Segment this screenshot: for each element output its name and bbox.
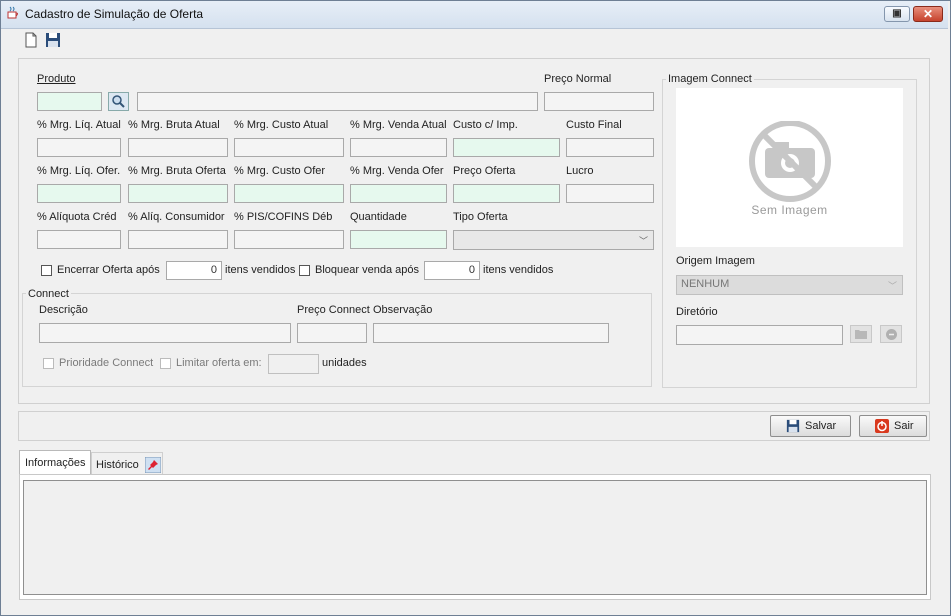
- lucro-label: Lucro: [566, 165, 594, 177]
- limitar-oferta-checkbox[interactable]: [160, 358, 171, 369]
- connect-descricao-label: Descrição: [39, 304, 88, 316]
- mrg-liq-atual-label: % Mrg. Líq. Atual: [37, 119, 121, 131]
- mrg-bruta-oferta-field[interactable]: [128, 184, 228, 203]
- mrg-custo-ofer-field[interactable]: [234, 184, 344, 203]
- informacoes-text-area[interactable]: [23, 480, 927, 595]
- tab-informacoes[interactable]: Informações: [19, 450, 91, 474]
- aliquota-cred-field[interactable]: [37, 230, 121, 249]
- salvar-label: Salvar: [805, 420, 837, 432]
- search-product-button[interactable]: [108, 92, 129, 111]
- produto-code-field[interactable]: [37, 92, 102, 111]
- chevron-down-icon: ﹀: [638, 236, 648, 246]
- salvar-button[interactable]: Salvar: [770, 415, 851, 437]
- diretorio-label: Diretório: [676, 306, 718, 318]
- prioridade-connect-label: Prioridade Connect: [59, 357, 154, 369]
- unidades-label: unidades: [322, 357, 367, 369]
- close-button[interactable]: ✕: [913, 6, 943, 22]
- preco-oferta-label: Preço Oferta: [453, 165, 516, 177]
- connect-descricao-field[interactable]: [39, 323, 291, 343]
- prioridade-connect-checkbox[interactable]: [43, 358, 54, 369]
- preco-connect-field[interactable]: [297, 323, 367, 343]
- mrg-venda-atual-field[interactable]: [350, 138, 447, 157]
- limitar-oferta-field[interactable]: [268, 354, 319, 374]
- aliq-consumidor-field[interactable]: [128, 230, 228, 249]
- mrg-bruta-atual-label: % Mrg. Bruta Atual: [128, 119, 220, 131]
- encerrar-oferta-label: Encerrar Oferta após: [57, 264, 160, 276]
- sair-button[interactable]: Sair: [859, 415, 927, 437]
- folder-icon: [855, 330, 867, 339]
- bloquear-venda-label: Bloquear venda após: [315, 264, 419, 276]
- encerrar-oferta-checkbox[interactable]: [41, 265, 52, 276]
- aliquota-cred-label: % Alíquota Créd: [37, 211, 117, 223]
- diretorio-field[interactable]: [676, 325, 843, 345]
- bloquear-venda-checkbox[interactable]: [299, 265, 310, 276]
- sair-label: Sair: [894, 420, 914, 432]
- produto-label: Produto: [37, 73, 76, 85]
- restore-icon: ▣: [892, 8, 902, 19]
- clear-icon: [886, 329, 897, 340]
- observacao-field[interactable]: [373, 323, 609, 343]
- preco-connect-label: Preço Connect: [297, 304, 370, 316]
- mrg-custo-atual-field[interactable]: [234, 138, 344, 157]
- mrg-custo-atual-label: % Mrg. Custo Atual: [234, 119, 329, 131]
- connect-group-title: Connect: [26, 288, 71, 300]
- pis-cofins-field[interactable]: [234, 230, 344, 249]
- mrg-custo-ofer-label: % Mrg. Custo Ofer: [234, 165, 326, 177]
- close-icon: ✕: [922, 7, 934, 21]
- bloquear-suffix-label: itens vendidos: [483, 264, 554, 276]
- imagem-connect-title: Imagem Connect: [666, 73, 754, 85]
- mrg-venda-atual-label: % Mrg. Venda Atual: [350, 119, 447, 131]
- mrg-bruta-oferta-label: % Mrg. Bruta Oferta: [128, 165, 226, 177]
- search-icon: [112, 95, 125, 108]
- tab-informacoes-label: Informações: [25, 456, 86, 469]
- mrg-venda-ofer-field[interactable]: [350, 184, 447, 203]
- bloquear-qty-field[interactable]: 0: [424, 261, 480, 280]
- custo-imp-field[interactable]: [453, 138, 560, 157]
- chevron-down-icon: ﹀: [887, 281, 897, 291]
- pin-icon[interactable]: [144, 456, 161, 473]
- custo-imp-label: Custo c/ Imp.: [453, 119, 518, 131]
- tipo-oferta-select[interactable]: ﹀: [453, 230, 654, 250]
- restore-button[interactable]: ▣: [884, 6, 910, 22]
- tipo-oferta-label: Tipo Oferta: [453, 211, 508, 223]
- aliq-consumidor-label: % Alíq. Consumidor: [128, 211, 225, 223]
- mrg-venda-ofer-label: % Mrg. Venda Ofer: [350, 165, 444, 177]
- sem-imagem-text: Sem Imagem: [751, 203, 828, 217]
- encerrar-suffix-label: itens vendidos: [225, 264, 296, 276]
- origem-imagem-label: Origem Imagem: [676, 255, 755, 267]
- custo-final-field[interactable]: [566, 138, 654, 157]
- preco-normal-label: Preço Normal: [544, 73, 612, 85]
- product-image-area: Sem Imagem: [676, 88, 903, 247]
- exit-icon: [875, 419, 889, 433]
- produto-description-field[interactable]: [137, 92, 538, 111]
- preco-normal-field[interactable]: [544, 92, 654, 111]
- mrg-liq-ofer-label: % Mrg. Líq. Ofer.: [37, 165, 121, 177]
- no-camera-icon: [749, 121, 831, 202]
- pis-cofins-label: % PIS/COFINS Déb: [234, 211, 333, 223]
- observacao-label: Observação: [373, 304, 433, 316]
- floppy-disk-icon[interactable]: [45, 32, 61, 48]
- quantidade-field[interactable]: [350, 230, 447, 249]
- encerrar-qty-field[interactable]: 0: [166, 261, 222, 280]
- tab-historico[interactable]: Histórico: [91, 452, 163, 476]
- limitar-oferta-label: Limitar oferta em:: [176, 357, 262, 369]
- lucro-field[interactable]: [566, 184, 654, 203]
- preco-oferta-field[interactable]: [453, 184, 560, 203]
- java-cup-icon: [7, 6, 18, 19]
- mrg-bruta-atual-field[interactable]: [128, 138, 228, 157]
- origem-imagem-value: NENHUM: [681, 278, 730, 290]
- mrg-liq-ofer-field[interactable]: [37, 184, 121, 203]
- browse-folder-button[interactable]: [850, 325, 872, 343]
- clear-image-button[interactable]: [880, 325, 902, 343]
- mrg-liq-atual-field[interactable]: [37, 138, 121, 157]
- origem-imagem-select[interactable]: NENHUM ﹀: [676, 275, 903, 295]
- tab-historico-label: Histórico: [96, 458, 139, 471]
- new-document-icon[interactable]: [23, 32, 39, 48]
- custo-final-label: Custo Final: [566, 119, 622, 131]
- window-title: Cadastro de Simulação de Oferta: [25, 7, 204, 21]
- quantidade-label: Quantidade: [350, 211, 407, 223]
- floppy-disk-icon: [786, 419, 800, 433]
